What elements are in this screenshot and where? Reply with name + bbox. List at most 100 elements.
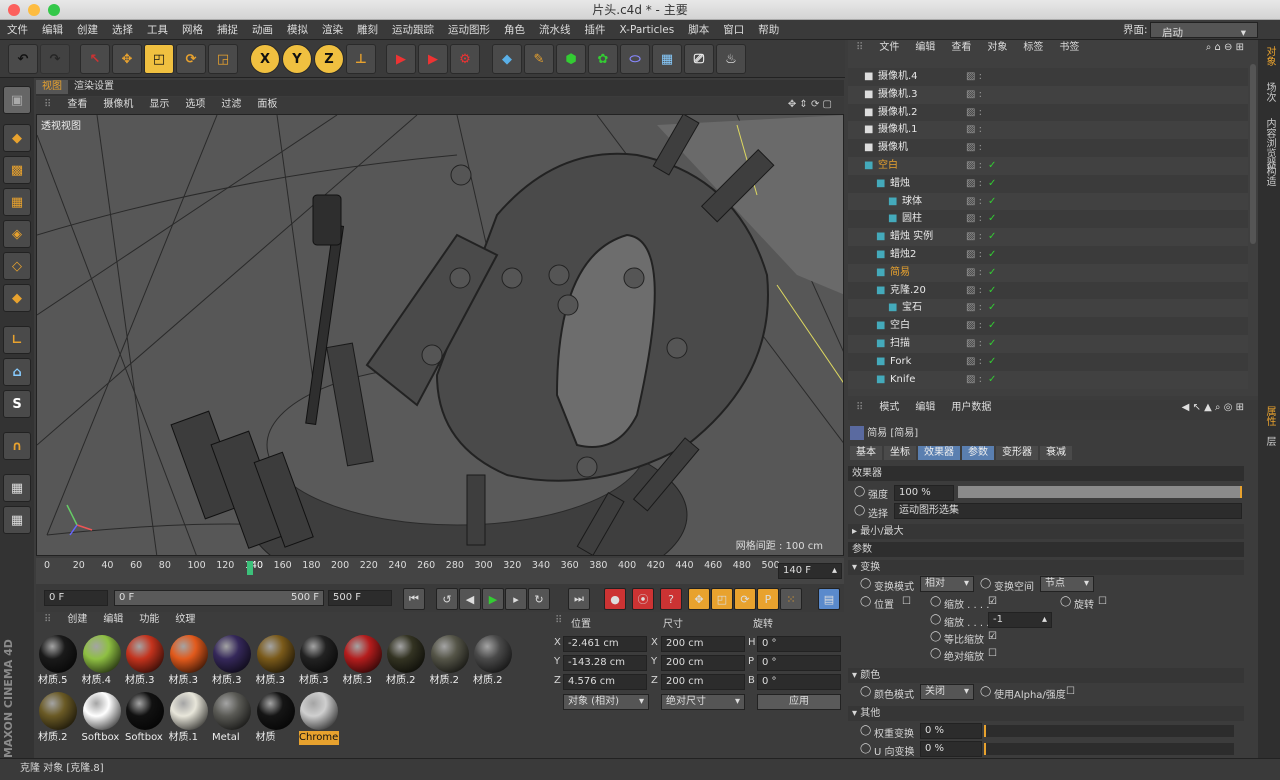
enabled-check-icon[interactable]: ✓ [988,228,996,246]
live-selection-button[interactable]: ↖ [80,44,110,74]
radio-icon[interactable]: ◯ [854,505,865,516]
material-swatch[interactable]: 材质.1 [169,691,209,747]
attribute-tab[interactable]: 效果器 [918,446,960,460]
object-row[interactable]: ■ 摄像机.2 ▨ : [848,103,1248,122]
radio-icon[interactable]: ◯ [1060,596,1071,607]
visibility-toggle[interactable]: ▨ : [966,86,982,104]
menu-snap[interactable]: 捕捉 [210,20,245,40]
attribute-tab[interactable]: 变形器 [996,446,1038,460]
menu-sculpt[interactable]: 雕刻 [350,20,385,40]
material-swatch[interactable]: Softbox [82,691,122,747]
menu-render[interactable]: 渲染 [315,20,350,40]
attribute-nav-tools[interactable]: ◀ ↖ ▲ ⌕ ◎ ⊞ [1174,400,1252,416]
object-row[interactable]: ■ 摄像机.4 ▨ : [848,68,1248,86]
rotation-field[interactable]: 0 ° [757,636,841,652]
size-field[interactable]: 200 cm [661,674,745,690]
minimize-window-button[interactable] [28,4,40,16]
radio-icon[interactable]: ◯ [930,596,941,607]
make-editable-button[interactable]: ▣ [3,86,31,114]
viewport-menu-view[interactable]: 查看 [59,97,95,113]
radio-icon[interactable]: ◯ [930,614,941,625]
light-button[interactable]: ♨ [716,44,746,74]
object-row[interactable]: ■ 摄像机.3 ▨ : [848,85,1248,104]
enabled-check-icon[interactable]: ✓ [988,175,996,193]
object-row[interactable]: ■ 蜡烛2 ▨ : ✓ [848,246,1248,264]
object-menu-objects[interactable]: 对象 [979,40,1015,56]
object-manager-tools[interactable]: ⌕ ⌂ ⊖ ⊞ [1198,40,1252,56]
camera-button[interactable]: ⎚ [684,44,714,74]
previous-frame-button[interactable]: ◀ [459,588,481,610]
layout-select[interactable]: 启动 ▾ [1150,22,1258,39]
enabled-check-icon[interactable]: ✓ [988,371,996,389]
size-field[interactable]: 200 cm [661,636,745,652]
selection-field[interactable]: 运动图形选集 [894,503,1242,519]
strength-field[interactable]: 100 % [894,485,954,501]
uniform-scale-checkbox[interactable]: ☑ [988,631,997,642]
rotation-checkbox[interactable]: ☐ [1098,596,1107,607]
object-row[interactable]: ■ Fork ▨ : ✓ [848,352,1248,371]
render-to-picture-viewer-button[interactable]: ▶ [418,44,448,74]
object-row[interactable]: ■ 简易 ▨ : ✓ [848,263,1248,282]
deformer-button[interactable]: ⬭ [620,44,650,74]
radio-icon[interactable]: ◯ [930,631,941,642]
attr-menu-userdata[interactable]: 用户数据 [943,400,999,416]
object-row[interactable]: ■ 蜡烛 实例 ▨ : ✓ [848,228,1248,247]
enabled-check-icon[interactable]: ✓ [988,246,996,264]
enabled-check-icon[interactable]: ✓ [988,282,996,300]
recent-tool-button[interactable]: ◲ [208,44,238,74]
visibility-toggle[interactable]: ▨ : [966,68,982,86]
position-field[interactable]: -2.461 cm [563,636,647,652]
viewport-navigation-icons[interactable]: ✥ ⇕ ⟳ ▢ [780,97,840,113]
visibility-toggle[interactable]: ▨ : [966,121,982,139]
use-alpha-checkbox[interactable]: ☐ [1066,686,1075,697]
menu-character[interactable]: 角色 [497,20,532,40]
enabled-check-icon[interactable]: ✓ [988,210,996,228]
object-menu-tags[interactable]: 标签 [1015,40,1051,56]
timeline-ruler[interactable]: 0 20 40 60 80 100 120 140 160 180 200 220 240 260 280 3… [36,558,844,584]
material-menu-create[interactable]: 创建 [59,612,95,628]
rotation-field[interactable]: 0 ° [757,655,841,671]
apply-button[interactable]: 应用 [757,694,841,710]
visibility-toggle[interactable]: ▨ : [966,193,982,211]
lock-workplane-button[interactable]: ▦ [3,474,31,502]
close-window-button[interactable] [8,4,20,16]
axis-mode-button[interactable]: ∟ [3,326,31,354]
object-menu-bookmarks[interactable]: 书签 [1051,40,1087,56]
radio-icon[interactable]: ◯ [860,743,871,754]
viewport-menu-options[interactable]: 选项 [177,97,213,113]
texture-mode-button[interactable]: ▩ [3,156,31,184]
visibility-toggle[interactable]: ▨ : [966,353,982,371]
attribute-tab[interactable]: 参数 [962,446,994,460]
tab-attributes[interactable]: 属性 [1261,406,1277,426]
visibility-toggle[interactable]: ▨ : [966,317,982,335]
radio-icon[interactable]: ◯ [860,578,871,589]
polygons-mode-button[interactable]: ◆ [3,284,31,312]
workplane-button[interactable]: ▦ [3,188,31,216]
enabled-check-icon[interactable]: ✓ [988,317,996,335]
attr-menu-mode[interactable]: 模式 [871,400,907,416]
render-view-button[interactable]: ▶ [386,44,416,74]
end-frame-field[interactable]: 500 F [328,590,392,606]
record-keys-button[interactable]: ● [604,588,626,610]
material-swatch[interactable]: 材质.3 [299,634,339,690]
absolute-scale-checkbox[interactable]: ☐ [988,648,997,659]
autokey-button[interactable]: ⦿ [632,588,654,610]
material-swatch[interactable]: 材质.2 [386,634,426,690]
key-pla-button[interactable]: ⁙ [780,588,802,610]
points-mode-button[interactable]: ◈ [3,220,31,248]
material-menu-edit[interactable]: 编辑 [95,612,131,628]
radio-icon[interactable]: ◯ [980,686,991,697]
current-frame-field[interactable]: 140 F ▴ [778,563,842,579]
enabled-check-icon[interactable]: ✓ [988,264,996,282]
strength-slider[interactable] [958,486,1242,498]
tab-render-settings[interactable]: 渲染设置 [68,80,120,94]
menu-motion-tracking[interactable]: 运动跟踪 [385,20,441,40]
key-parameter-button[interactable]: P [757,588,779,610]
material-menu-function[interactable]: 功能 [131,612,167,628]
material-swatch[interactable]: 材质.3 [343,634,383,690]
object-row[interactable]: ■ 扫描 ▨ : ✓ [848,335,1248,353]
size-mode-select[interactable]: 绝对尺寸 ▾ [661,694,745,710]
go-to-end-button[interactable]: ⏭ [568,588,590,610]
radio-icon[interactable]: ◯ [860,596,871,607]
move-button[interactable]: ✥ [112,44,142,74]
